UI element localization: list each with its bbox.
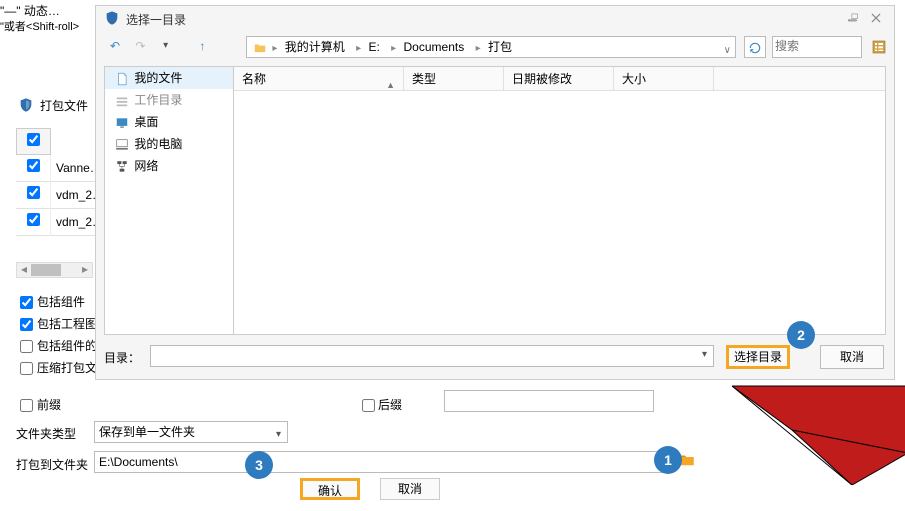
search-input[interactable] [772, 36, 862, 58]
crumb-documents[interactable]: Documents [402, 37, 471, 57]
scroll-left-icon[interactable]: ◂ [18, 264, 30, 276]
annotation-badge-2: 2 [787, 321, 815, 349]
search-field[interactable] [773, 37, 859, 55]
file-list[interactable]: 名称▲ 类型 日期被修改 大小 [234, 66, 886, 335]
col-type[interactable]: 类型 [404, 67, 504, 91]
network-icon [113, 155, 131, 177]
row-checkbox[interactable] [16, 182, 51, 209]
folder-type-label: 文件夹类型 [16, 425, 76, 442]
tree-network[interactable]: 网络 [105, 155, 233, 177]
crumb-sep-icon[interactable]: ▸ [270, 43, 279, 54]
row-name: vdm_2… [51, 209, 96, 236]
panel-title: 打包文件 [40, 97, 88, 114]
directory-label: 目录： [104, 349, 140, 366]
bg-hint-prev: "—" 动态… [0, 2, 60, 19]
red-graphic [732, 385, 905, 485]
nav-back-icon[interactable]: ↶ [104, 36, 126, 58]
tree-workdir[interactable]: 工作目录 [105, 89, 233, 111]
desktop-icon [113, 111, 131, 133]
row-checkbox[interactable] [16, 209, 51, 236]
nav-recent-icon[interactable]: ▾ [155, 36, 177, 58]
close-icon[interactable] [866, 10, 886, 25]
bg-horizontal-scrollbar[interactable]: ◂ ▸ [16, 262, 93, 278]
minimize-icon[interactable] [843, 10, 863, 25]
refresh-icon[interactable] [744, 36, 766, 58]
crumb-drive[interactable]: E: [366, 37, 385, 57]
folder-type-combo[interactable]: 保存到单一文件夹 [94, 421, 288, 443]
col-modified[interactable]: 日期被修改 [504, 67, 614, 91]
suffix-label: 后缀 [378, 396, 402, 413]
crumb-sep-icon[interactable]: ▸ [354, 43, 363, 54]
col-name[interactable]: 名称▲ [234, 67, 404, 91]
chk-include-drawings[interactable]: 包括工程图 [16, 315, 97, 334]
tree-mypc[interactable]: 我的电脑 [105, 133, 233, 155]
tree-my-files[interactable]: 我的文件 [105, 67, 233, 89]
confirm-button[interactable]: 确认 [300, 478, 360, 500]
annotation-badge-3: 3 [245, 451, 273, 479]
row-checkbox[interactable] [16, 155, 51, 182]
views-icon[interactable] [868, 36, 890, 58]
nav-up-icon[interactable]: ↑ [191, 36, 213, 58]
row-name: Vanne… [51, 155, 96, 182]
chk-suffix[interactable] [362, 399, 375, 412]
nav-forward-icon[interactable]: ↷ [129, 36, 151, 58]
dialog-titlebar[interactable]: 选择一目录 [96, 6, 894, 30]
path-dropdown-icon[interactable]: ∨ [724, 41, 731, 61]
annotation-badge-1: 1 [654, 446, 682, 474]
file-list-header: 名称▲ 类型 日期被修改 大小 [234, 67, 885, 91]
pack-to-input[interactable]: E:\Documents\ [94, 451, 668, 473]
crumb-current[interactable]: 打包 [486, 37, 518, 57]
cancel-button[interactable]: 取消 [380, 478, 440, 500]
row-name: vdm_2… [51, 182, 96, 209]
workdir-icon [113, 89, 131, 111]
dialog-icon [104, 10, 120, 26]
table-header-checkbox[interactable] [16, 128, 51, 155]
chk-prefix[interactable]: 前缀 [16, 396, 61, 415]
dialog-cancel-button[interactable]: 取消 [820, 345, 884, 369]
pack-to-label: 打包到文件夹 [16, 456, 88, 473]
sort-asc-icon: ▲ [386, 73, 395, 97]
bg-hint-roll: "或者<Shift-roll> [0, 18, 79, 34]
suffix-input[interactable] [444, 390, 654, 412]
shield-icon [18, 97, 34, 113]
dialog-title: 选择一目录 [126, 11, 186, 28]
col-size[interactable]: 大小 [614, 67, 714, 91]
crumb-mypc[interactable]: 我的计算机 [283, 37, 351, 57]
chk-include-components[interactable]: 包括组件 [16, 293, 85, 312]
breadcrumb[interactable]: ▸ 我的计算机 ▸ E: ▸ Documents ▸ 打包 ∨ [246, 36, 736, 58]
scroll-thumb[interactable] [31, 264, 61, 276]
select-directory-button[interactable]: 选择目录 [726, 345, 790, 369]
folder-tree: 我的文件 工作目录 桌面 我的电脑 网络 [104, 66, 234, 335]
directory-input[interactable] [150, 345, 714, 367]
tree-desktop[interactable]: 桌面 [105, 111, 233, 133]
scroll-right-icon[interactable]: ▸ [79, 264, 91, 276]
document-icon [113, 67, 131, 89]
table-row[interactable]: vdm_2… [16, 209, 96, 236]
computer-icon [113, 133, 131, 155]
table-row[interactable]: vdm_2… [16, 182, 96, 209]
select-directory-dialog: 选择一目录 ↶ ↷ ▾ ↑ ▸ 我的计算机 ▸ [95, 5, 895, 380]
folder-icon [251, 40, 270, 54]
crumb-sep-icon[interactable]: ▸ [389, 43, 398, 54]
table-row[interactable]: Vanne… [16, 155, 96, 182]
crumb-sep-icon[interactable]: ▸ [474, 43, 483, 54]
